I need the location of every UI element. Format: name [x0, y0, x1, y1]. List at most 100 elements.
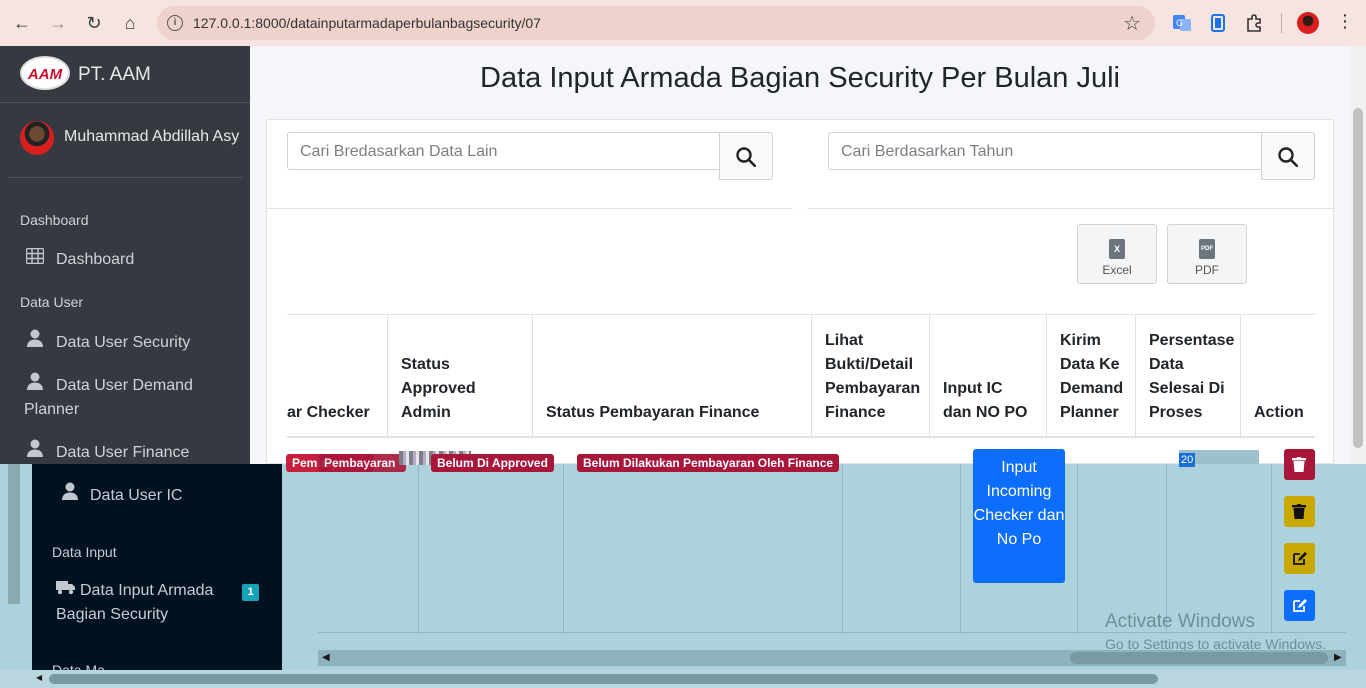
- input-ic-button[interactable]: Input Incoming Checker dan No Po: [973, 449, 1065, 583]
- search-other-button[interactable]: [719, 132, 773, 180]
- user-icon: [62, 482, 84, 508]
- site-info-icon[interactable]: i: [167, 15, 183, 31]
- edit-button-warning[interactable]: [1284, 543, 1315, 574]
- user-icon: [24, 329, 46, 355]
- notification-badge: 1: [242, 584, 259, 601]
- extension-doc-icon[interactable]: [1208, 13, 1228, 33]
- profile-avatar[interactable]: [1297, 12, 1319, 34]
- sidebar-item-label: Dashboard: [56, 251, 135, 268]
- translate-icon[interactable]: G: [1172, 13, 1192, 33]
- forward-icon[interactable]: →: [46, 11, 70, 35]
- delete-button[interactable]: [1284, 449, 1315, 480]
- trash-icon: [1292, 457, 1306, 472]
- sidebar-item-data-user-demand-planner[interactable]: Data User Demand Planner: [24, 372, 224, 422]
- vertical-scrollbar[interactable]: [1350, 46, 1366, 464]
- page-title: Data Input Armada Bagian Security Per Bu…: [480, 62, 1120, 94]
- sidebar-item-label: Data Input Armada Bagian Security: [56, 582, 214, 623]
- brand-text: PT. AAM: [78, 64, 151, 85]
- sidebar-item-label: Data User IC: [90, 487, 183, 504]
- data-card: Cari Bredasarkan Data Lain Cari Berdasar…: [266, 119, 1335, 464]
- export-excel-button[interactable]: X Excel: [1077, 224, 1157, 284]
- url-text: 127.0.0.1:8000/datainputarmadaperbulanba…: [193, 15, 541, 31]
- nav-header-data-user: Data User: [20, 294, 84, 310]
- export-pdf-label: PDF: [1195, 263, 1219, 277]
- sidebar: AAM PT. AAM Muhammad Abdillah Asy Dashbo…: [0, 46, 250, 464]
- column-header-payment-proof: Lihat Bukti/Detail Pembayaran Finance: [811, 315, 929, 437]
- search-other-input[interactable]: Cari Bredasarkan Data Lain: [287, 132, 720, 170]
- excel-file-icon: X: [1109, 239, 1125, 259]
- sidebar-item-label: Data User Finance: [56, 444, 190, 461]
- sidebar-item-data-input-armada[interactable]: Data Input Armada Bagian Security: [56, 579, 236, 627]
- user-name: Muhammad Abdillah Asy: [64, 128, 240, 145]
- scrollbar-thumb[interactable]: [1353, 108, 1363, 448]
- cell-border: [563, 464, 564, 634]
- user-avatar: [20, 121, 54, 155]
- column-header-input-ic: Input IC dan NO PO: [929, 315, 1046, 437]
- sidebar-item-data-user-ic[interactable]: Data User IC: [62, 482, 182, 508]
- search-icon: [1278, 147, 1298, 167]
- reload-icon[interactable]: ↻: [82, 11, 106, 35]
- divider: [267, 208, 793, 209]
- column-header-payment-finance: Status Pembayaran Finance: [532, 315, 811, 437]
- delete-button-warning[interactable]: [1284, 496, 1315, 527]
- search-icon: [736, 147, 756, 167]
- column-header-send-demand-planner: Kirim Data Ke Demand Planner: [1046, 315, 1135, 437]
- user-icon: [24, 372, 46, 398]
- activate-windows-title: Activate Windows: [1105, 611, 1255, 632]
- search-year-button[interactable]: [1261, 132, 1315, 180]
- table-icon: [24, 247, 46, 272]
- scrollbar-thumb[interactable]: [1070, 652, 1328, 664]
- column-header-approved-admin: Status Approved Admin: [387, 315, 532, 437]
- cell-border: [418, 464, 419, 634]
- toolbar-divider: [1281, 13, 1282, 33]
- search-year-input[interactable]: Cari Berdasarkan Tahun: [828, 132, 1262, 170]
- scroll-left-icon[interactable]: ◀: [36, 673, 42, 682]
- pdf-file-icon: PDF: [1199, 239, 1215, 259]
- table-horizontal-scrollbar[interactable]: ◀ ▶: [318, 650, 1346, 666]
- sidebar-item-dashboard[interactable]: Dashboard: [24, 247, 135, 272]
- browser-toolbar: ← → ↻ ⌂ i 127.0.0.1:8000/datainputarmada…: [0, 0, 1366, 46]
- address-bar[interactable]: i 127.0.0.1:8000/datainputarmadaperbulan…: [157, 6, 1155, 40]
- cell-border: [842, 464, 843, 634]
- scroll-right-icon[interactable]: ▶: [1334, 652, 1342, 663]
- sidebar-item-label: Data User Demand Planner: [24, 377, 193, 418]
- export-excel-label: Excel: [1102, 263, 1132, 277]
- back-icon[interactable]: ←: [10, 11, 34, 35]
- cell-border: [960, 464, 961, 634]
- edit-icon: [1293, 552, 1307, 565]
- bookmark-star-icon[interactable]: ☆: [1123, 11, 1141, 36]
- status-badge-approved-admin: Belum Di Approved: [431, 454, 554, 472]
- user-panel[interactable]: Muhammad Abdillah Asy: [8, 103, 242, 178]
- column-header-action: Action: [1240, 315, 1315, 437]
- nav-header-data-input: Data Input: [52, 544, 117, 560]
- svg-text:G: G: [1176, 19, 1183, 29]
- brand-link[interactable]: AAM PT. AAM: [0, 46, 250, 103]
- status-badge-checker-ghost: Pembayaran: [318, 454, 406, 472]
- home-icon[interactable]: ⌂: [118, 11, 142, 35]
- sidebar-item-data-user-security[interactable]: Data User Security: [24, 329, 190, 355]
- cell-border: [1166, 464, 1167, 634]
- browser-menu-icon[interactable]: ⋮: [1336, 11, 1354, 32]
- cell-border: [1077, 464, 1078, 634]
- nav-header-dashboard: Dashboard: [20, 212, 89, 228]
- column-header-progress: Persentase Data Selesai Di Proses: [1135, 315, 1240, 437]
- export-pdf-button[interactable]: PDF PDF: [1167, 224, 1247, 284]
- sidebar-item-label: Data User Security: [56, 334, 191, 351]
- scroll-left-icon[interactable]: ◀: [322, 652, 330, 663]
- user-icon: [24, 439, 46, 465]
- glitch-strip: [8, 464, 20, 604]
- column-header-checker: ar Checker: [287, 404, 370, 421]
- extensions-puzzle-icon[interactable]: [1244, 13, 1264, 33]
- scrollbar-thumb[interactable]: [49, 674, 1158, 684]
- content-wrapper: Data Input Armada Bagian Security Per Bu…: [250, 46, 1350, 464]
- trash-icon: [1292, 504, 1306, 519]
- cell-border: [1271, 464, 1272, 634]
- truck-icon: [56, 579, 78, 603]
- sidebar-item-data-user-finance[interactable]: Data User Finance: [24, 439, 189, 465]
- brand-logo: AAM: [20, 56, 70, 90]
- page-horizontal-scrollbar[interactable]: ◀: [0, 670, 1366, 688]
- progress-percentage: 20: [1179, 450, 1259, 467]
- table-header: ar Checker Status Approved Admin Status …: [287, 314, 1315, 438]
- edit-icon: [1293, 599, 1307, 612]
- edit-button[interactable]: [1284, 590, 1315, 621]
